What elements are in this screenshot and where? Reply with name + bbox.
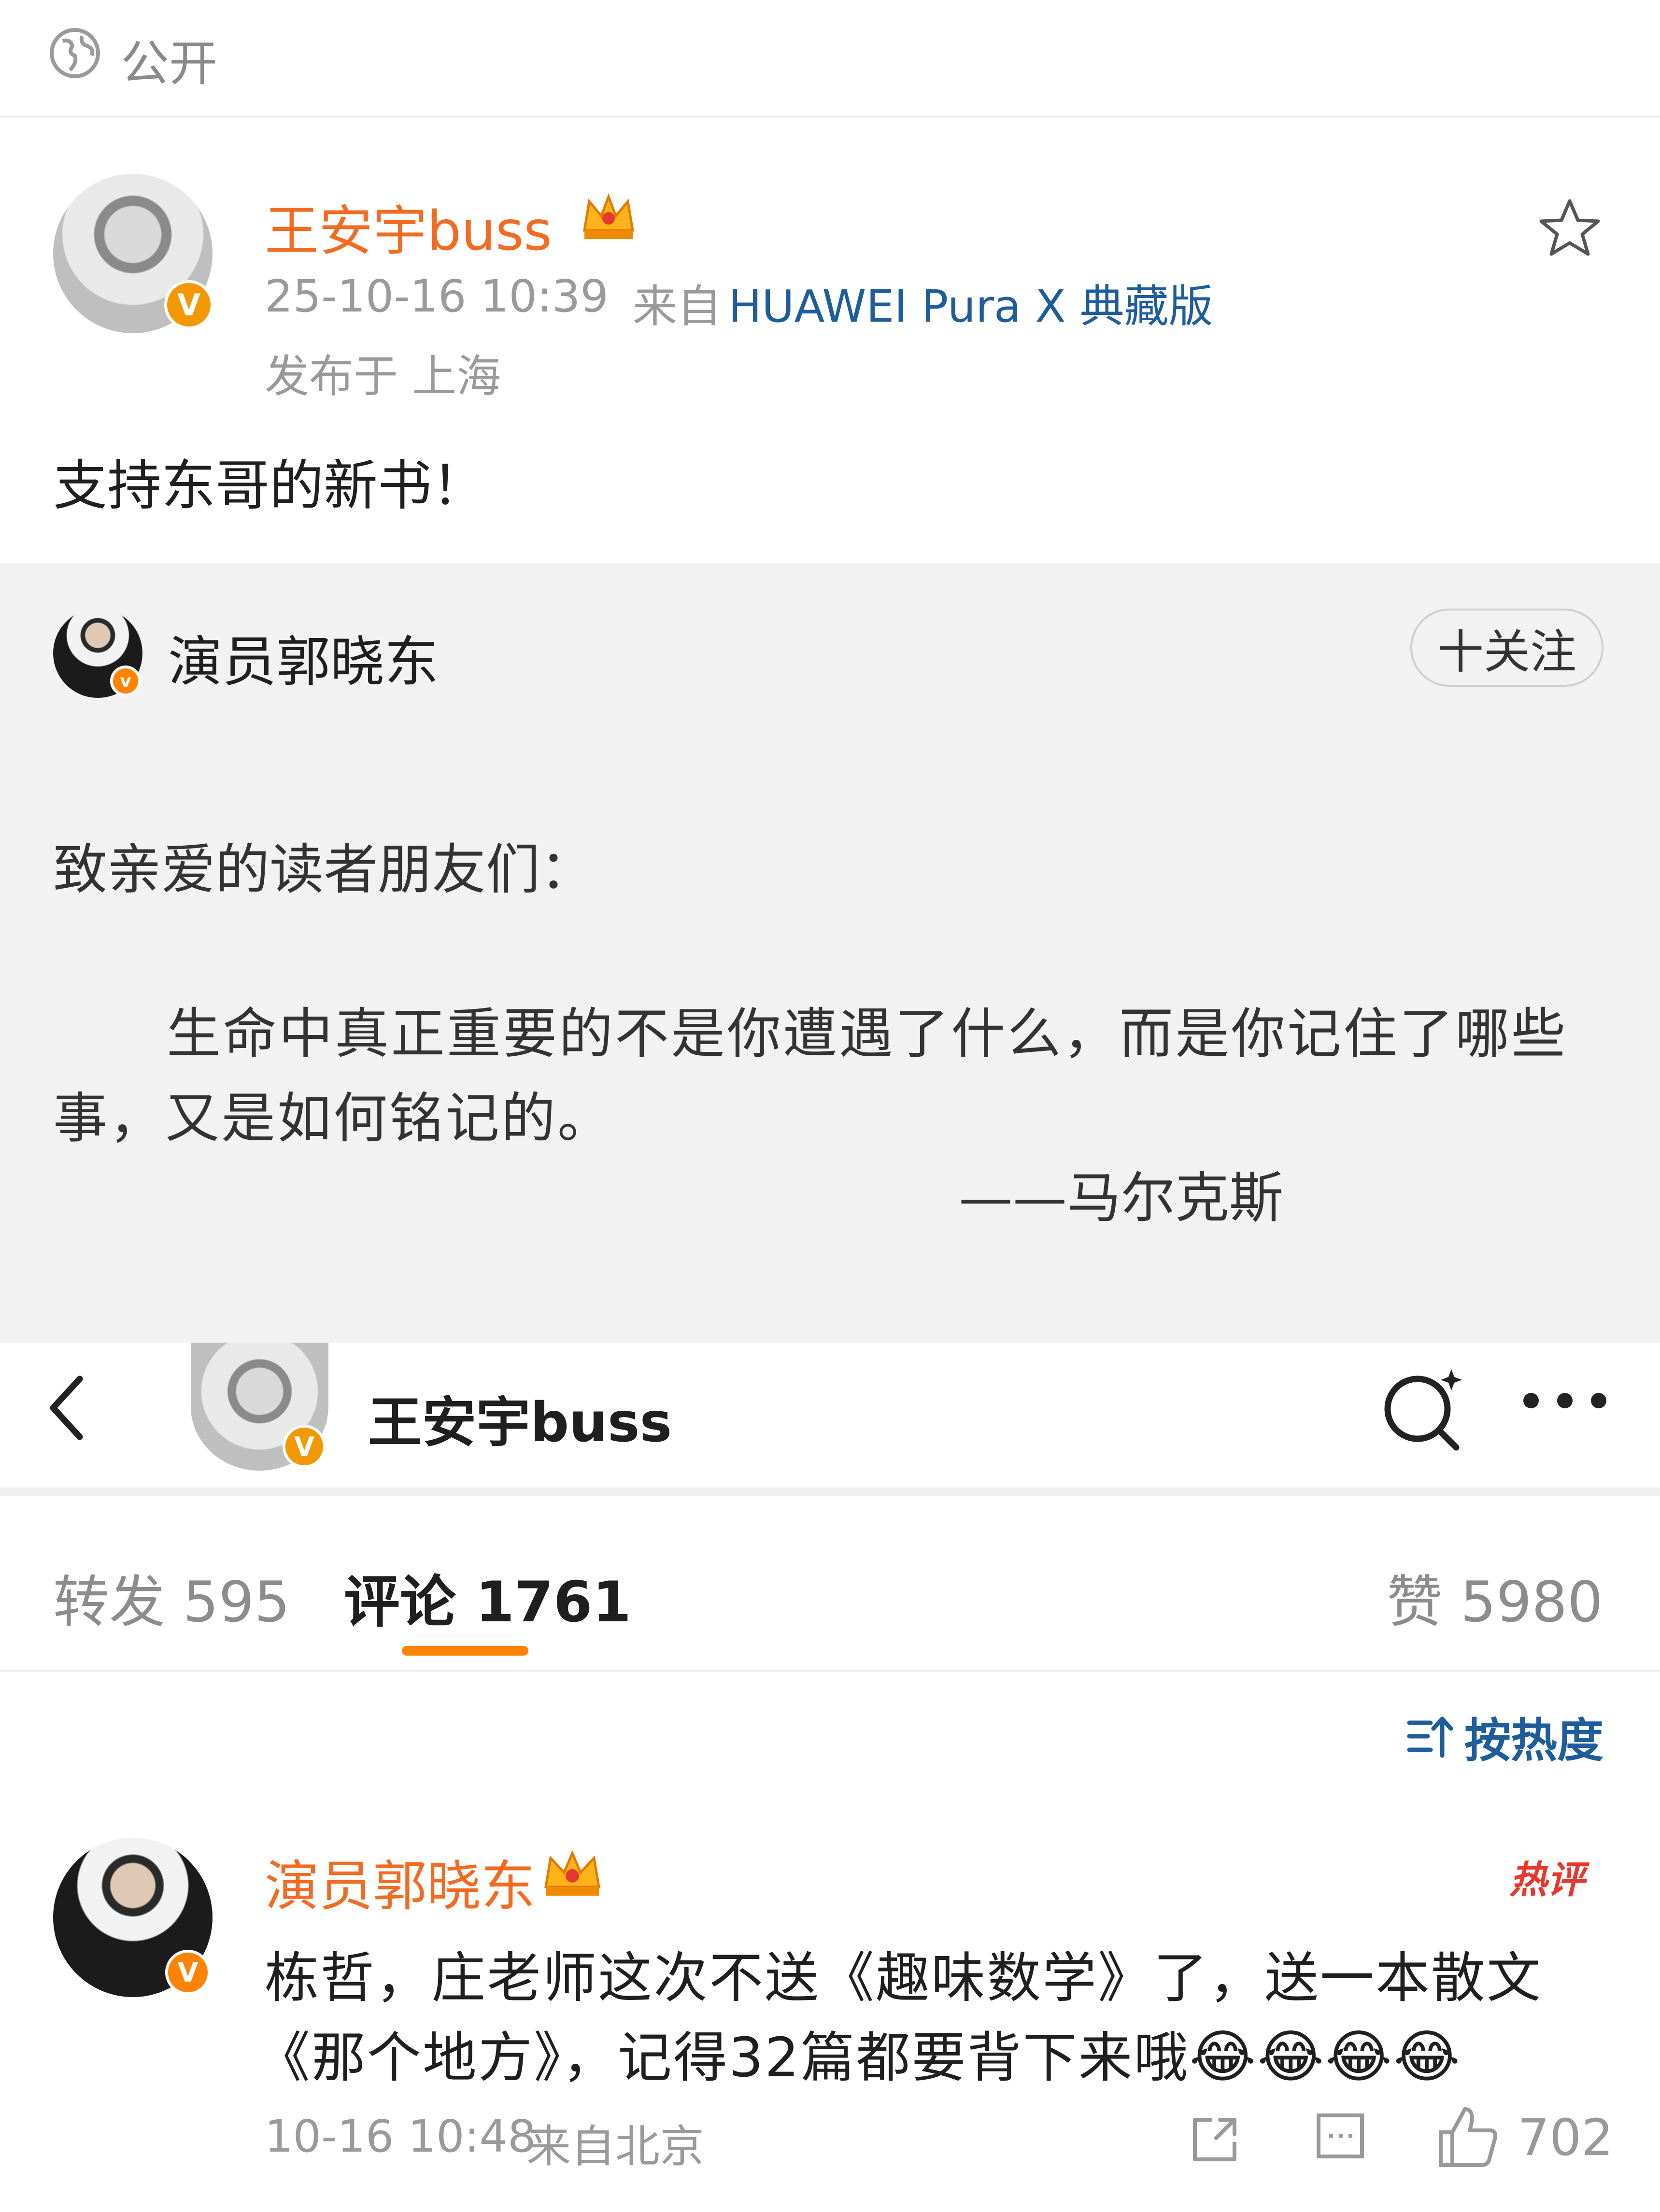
comment-source: 来自北京	[526, 2121, 705, 2172]
post-content: 支持东哥的新书！	[53, 454, 486, 517]
top-nav-bar: V 王安宇buss	[0, 1343, 1660, 1496]
repost-author-avatar[interactable]: v	[53, 609, 142, 698]
repost-quote-line1: 生命中真正重要的不是你遭遇了什么，而是你记住了哪些	[167, 1003, 1567, 1065]
verified-badge: v	[110, 666, 141, 696]
follow-label: 十关注	[1437, 624, 1576, 679]
verified-badge: V	[283, 1425, 326, 1468]
comment-text-line1: 栋哲，庄老师这次不送《趣味数学》了，送一本散文	[265, 1947, 1542, 2010]
chevron-left-icon[interactable]	[41, 1372, 94, 1444]
visibility-label: 公开	[121, 35, 217, 92]
header-avatar[interactable]: V	[191, 1343, 328, 1471]
sort-button[interactable]: 按热度	[1405, 1707, 1603, 1768]
like-count: 702	[1518, 2108, 1614, 2167]
hot-comment-badge: 热评	[1509, 1858, 1585, 1902]
comment-icon[interactable]	[1314, 2111, 1367, 2169]
crown-icon	[544, 1850, 600, 1896]
visibility-bar: 公开	[0, 0, 1660, 117]
post-time: 25-10-16 10:39	[265, 270, 609, 322]
tab-comment[interactable]: 评论 1761	[344, 1557, 631, 1638]
comment-text-line2: 《那个地方》，记得32篇都要背下来哦😂😂😂😂	[256, 2014, 1461, 2092]
globe-icon	[50, 28, 100, 78]
like-icon[interactable]	[1437, 2103, 1500, 2169]
comment-author[interactable]: 演员郭晓东	[265, 1843, 535, 1921]
repost-attribution: ——马尔克斯	[959, 1167, 1283, 1230]
tab-active-indicator	[402, 1646, 528, 1656]
sort-icon	[1407, 1716, 1453, 1758]
repost-author-name[interactable]: 演员郭晓东	[168, 618, 439, 696]
repost-quote-line2: 事，又是如何铭记的。	[53, 1087, 613, 1150]
verified-badge: V	[164, 280, 213, 329]
crown-icon	[583, 193, 634, 239]
author-avatar[interactable]: V	[53, 174, 213, 333]
comment-avatar[interactable]: V	[53, 1838, 213, 1997]
author-name[interactable]: 王安宇buss	[265, 187, 552, 266]
tab-repost[interactable]: 转发 595	[53, 1557, 290, 1638]
follow-button[interactable]: 十关注	[1410, 609, 1603, 687]
comment-item: V 演员郭晓东 热评 栋哲，庄老师这次不送《趣味数学》了，送一本散文 《那个地方…	[0, 1816, 1660, 2212]
sort-label: 按热度	[1464, 1713, 1603, 1768]
search-sparkle-icon[interactable]	[1379, 1364, 1466, 1451]
comment-text-line2-text: 《那个地方》，记得32篇都要背下来哦	[256, 2027, 1190, 2089]
tab-bar: 转发 595 评论 1761 赞 5980	[0, 1496, 1660, 1672]
device-link[interactable]: HUAWEI Pura X 典藏版	[728, 270, 1213, 335]
repost-greeting: 致亲爱的读者朋友们：	[53, 838, 594, 901]
source-prefix: 来自	[633, 281, 722, 332]
star-icon[interactable]	[1538, 197, 1601, 257]
comment-time: 10-16 10:48	[265, 2111, 536, 2162]
post-location: 发布于 上海	[265, 351, 501, 402]
header-title: 王安宇buss	[368, 1391, 672, 1454]
tab-like[interactable]: 赞 5980	[1387, 1557, 1603, 1638]
verified-badge: V	[165, 1950, 211, 1995]
repost-card[interactable]: v 演员郭晓东 十关注 致亲爱的读者朋友们： 生命中真正重要的不是你遭遇了什么，…	[0, 563, 1660, 1343]
more-icon[interactable]	[1521, 1391, 1608, 1410]
share-icon[interactable]	[1188, 2113, 1241, 2166]
laugh-cry-emoji: 😂😂😂😂	[1189, 2023, 1462, 2090]
